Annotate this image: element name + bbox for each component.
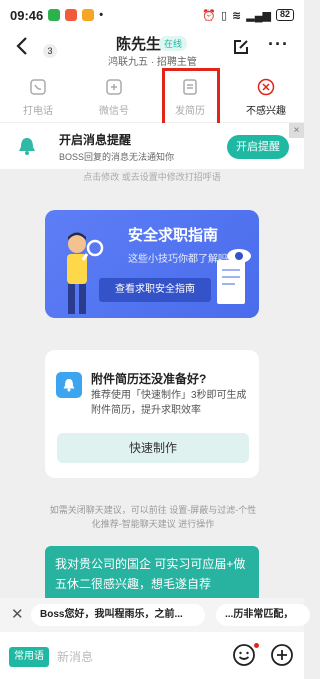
notification-title: 开启消息提醒 xyxy=(59,133,132,147)
status-bar: 09:46 • ⏰ ▯ ≋ ▂▄▆ 82 xyxy=(0,0,304,30)
wifi-icon: ≋ xyxy=(232,9,242,22)
close-notification-button[interactable]: × xyxy=(289,123,304,138)
emoji-button[interactable] xyxy=(232,643,256,672)
quick-reply-chip[interactable]: ...历非常匹配， xyxy=(216,604,310,626)
bell-icon xyxy=(16,135,38,157)
action-bar: 打电话 微信号 发简历 不感兴趣 xyxy=(0,70,304,122)
edit-icon xyxy=(234,40,248,54)
plus-icon xyxy=(271,644,293,666)
safety-guide-title: 安全求职指南 xyxy=(128,227,219,244)
view-safety-guide-button[interactable]: 查看求职安全指南 xyxy=(99,278,211,302)
bell-icon xyxy=(56,372,82,398)
chevron-left-icon xyxy=(16,37,27,55)
signal-icon: ▂▄▆ xyxy=(246,9,271,22)
wechat-action[interactable]: 微信号 xyxy=(76,70,152,122)
person-magnifier-illustration xyxy=(49,228,107,318)
contact-company-title: 鸿联九五 · 招聘主管 xyxy=(108,57,197,68)
not-interested-action[interactable]: 不感兴趣 xyxy=(228,70,304,122)
document-eye-illustration xyxy=(213,240,255,315)
safety-guide-banner[interactable]: 安全求职指南 这些小技巧你都了解吗? 查看求职安全指南 xyxy=(45,210,259,318)
enable-notification-button[interactable]: 开启提醒 xyxy=(227,135,289,159)
sent-message-bubble[interactable]: 我对贵公司的国企 可实习可应届+做五休二很感兴趣，想毛遂自荐 xyxy=(45,546,259,606)
back-button[interactable] xyxy=(16,36,28,62)
close-icon: ✕ xyxy=(11,606,24,623)
emoji-icon xyxy=(233,644,255,666)
message-input[interactable] xyxy=(57,647,217,667)
wechat-icon xyxy=(103,76,125,98)
status-right: ⏰ ▯ ≋ ▂▄▆ 82 xyxy=(202,9,294,22)
more-options-button[interactable] xyxy=(270,643,294,672)
battery-icon: 82 xyxy=(275,9,294,21)
wechat-label: 微信号 xyxy=(99,106,129,117)
message-input-bar: 常用语 xyxy=(0,632,304,679)
not-interested-label: 不感兴趣 xyxy=(246,106,286,117)
notification-app-icon xyxy=(65,9,78,21)
online-status-badge: 在线 xyxy=(159,36,188,51)
common-phrases-button[interactable]: 常用语 xyxy=(9,647,49,667)
resume-suggestion-card: 附件简历还没准备好? 推荐使用「快速制作」3秒即可生成附件简历，提升求职效率 快… xyxy=(45,350,259,478)
status-left: 09:46 • xyxy=(10,8,103,23)
contact-name[interactable]: 陈先生 xyxy=(116,33,161,54)
notification-prompt: 开启消息提醒 BOSS回复的消息无法通知你 开启提醒 × xyxy=(0,123,304,169)
status-time: 09:46 xyxy=(10,7,44,23)
more-dots-icon: ··· xyxy=(268,34,289,54)
new-indicator-dot xyxy=(254,643,259,648)
not-interested-icon xyxy=(255,76,277,98)
highlight-annotation-box xyxy=(162,68,220,128)
notification-subtitle: BOSS回复的消息无法通知你 xyxy=(59,152,175,162)
close-quick-reply-button[interactable]: ✕ xyxy=(11,605,24,623)
more-button[interactable]: ··· xyxy=(268,34,289,55)
phone-icon xyxy=(27,76,49,98)
unread-badge: 3 xyxy=(43,44,57,58)
edit-button[interactable] xyxy=(232,38,250,61)
quick-reply-bar: ✕ Boss您好，我叫程雨乐，之前... ...历非常匹配， xyxy=(0,598,310,632)
quick-reply-chip[interactable]: Boss您好，我叫程雨乐，之前... xyxy=(31,604,205,626)
call-label: 打电话 xyxy=(23,106,53,117)
alarm-icon: ⏰ xyxy=(202,9,216,22)
more-notifications-icon: • xyxy=(99,9,104,21)
chat-suggestion-hint: 如需关闭聊天建议，可以前往 设置-屏蔽与过滤-个性化推荐-智能聊天建议 进行操作 xyxy=(49,505,257,529)
chat-header: 3 陈先生 在线 鸿联九五 · 招聘主管 ··· xyxy=(0,30,304,70)
quick-create-button[interactable]: 快速制作 xyxy=(57,433,249,463)
notification-app-icon xyxy=(82,9,95,21)
notification-app-icon xyxy=(48,9,61,21)
resume-card-title: 附件简历还没准备好? xyxy=(91,372,207,386)
greeting-hint-text[interactable]: 点击修改 或去设置中修改打招呼语 xyxy=(0,170,304,183)
call-action[interactable]: 打电话 xyxy=(0,70,76,122)
vibrate-icon: ▯ xyxy=(220,9,228,22)
resume-card-description: 推荐使用「快速制作」3秒即可生成附件简历，提升求职效率 xyxy=(91,390,247,416)
